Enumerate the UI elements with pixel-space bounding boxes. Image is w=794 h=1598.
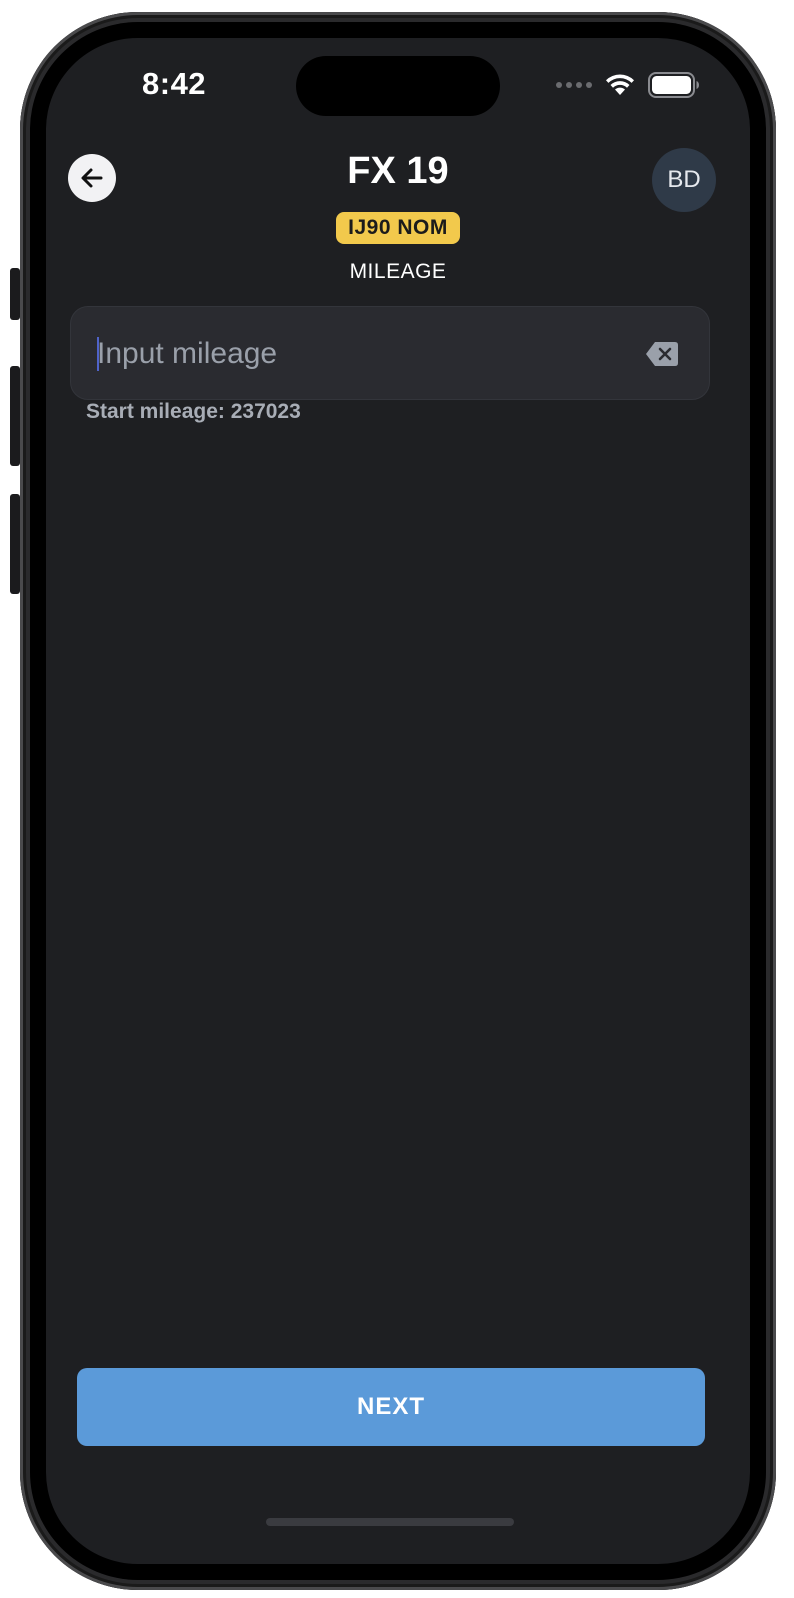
app-screen: 8:42 FX 19 IJ90 NOM MILEAGE BD Input mil… (46, 38, 750, 1564)
status-time: 8:42 (142, 66, 207, 101)
cellular-signal-icon (556, 82, 592, 88)
silent-switch (10, 268, 20, 320)
user-avatar[interactable]: BD (652, 148, 716, 212)
start-mileage-text: Start mileage: 237023 (86, 400, 301, 423)
home-indicator[interactable] (266, 1518, 514, 1526)
volume-up-button (10, 366, 20, 466)
vehicle-title: FX 19 (347, 150, 449, 192)
backspace-clear-icon[interactable] (645, 341, 679, 367)
dynamic-island (296, 56, 500, 116)
plate-row: IJ90 NOM (46, 212, 750, 244)
text-caret (97, 337, 99, 371)
volume-down-button (10, 494, 20, 594)
device-mockup: 8:42 FX 19 IJ90 NOM MILEAGE BD Input mil… (0, 0, 794, 1598)
status-icons (556, 72, 700, 98)
wifi-icon (606, 74, 634, 95)
mileage-input[interactable] (95, 307, 639, 401)
registration-plate-badge: IJ90 NOM (336, 212, 460, 244)
battery-icon (648, 72, 699, 98)
mileage-input-container (70, 306, 710, 401)
next-button[interactable]: NEXT (77, 1368, 705, 1446)
step-label: MILEAGE (349, 260, 447, 283)
